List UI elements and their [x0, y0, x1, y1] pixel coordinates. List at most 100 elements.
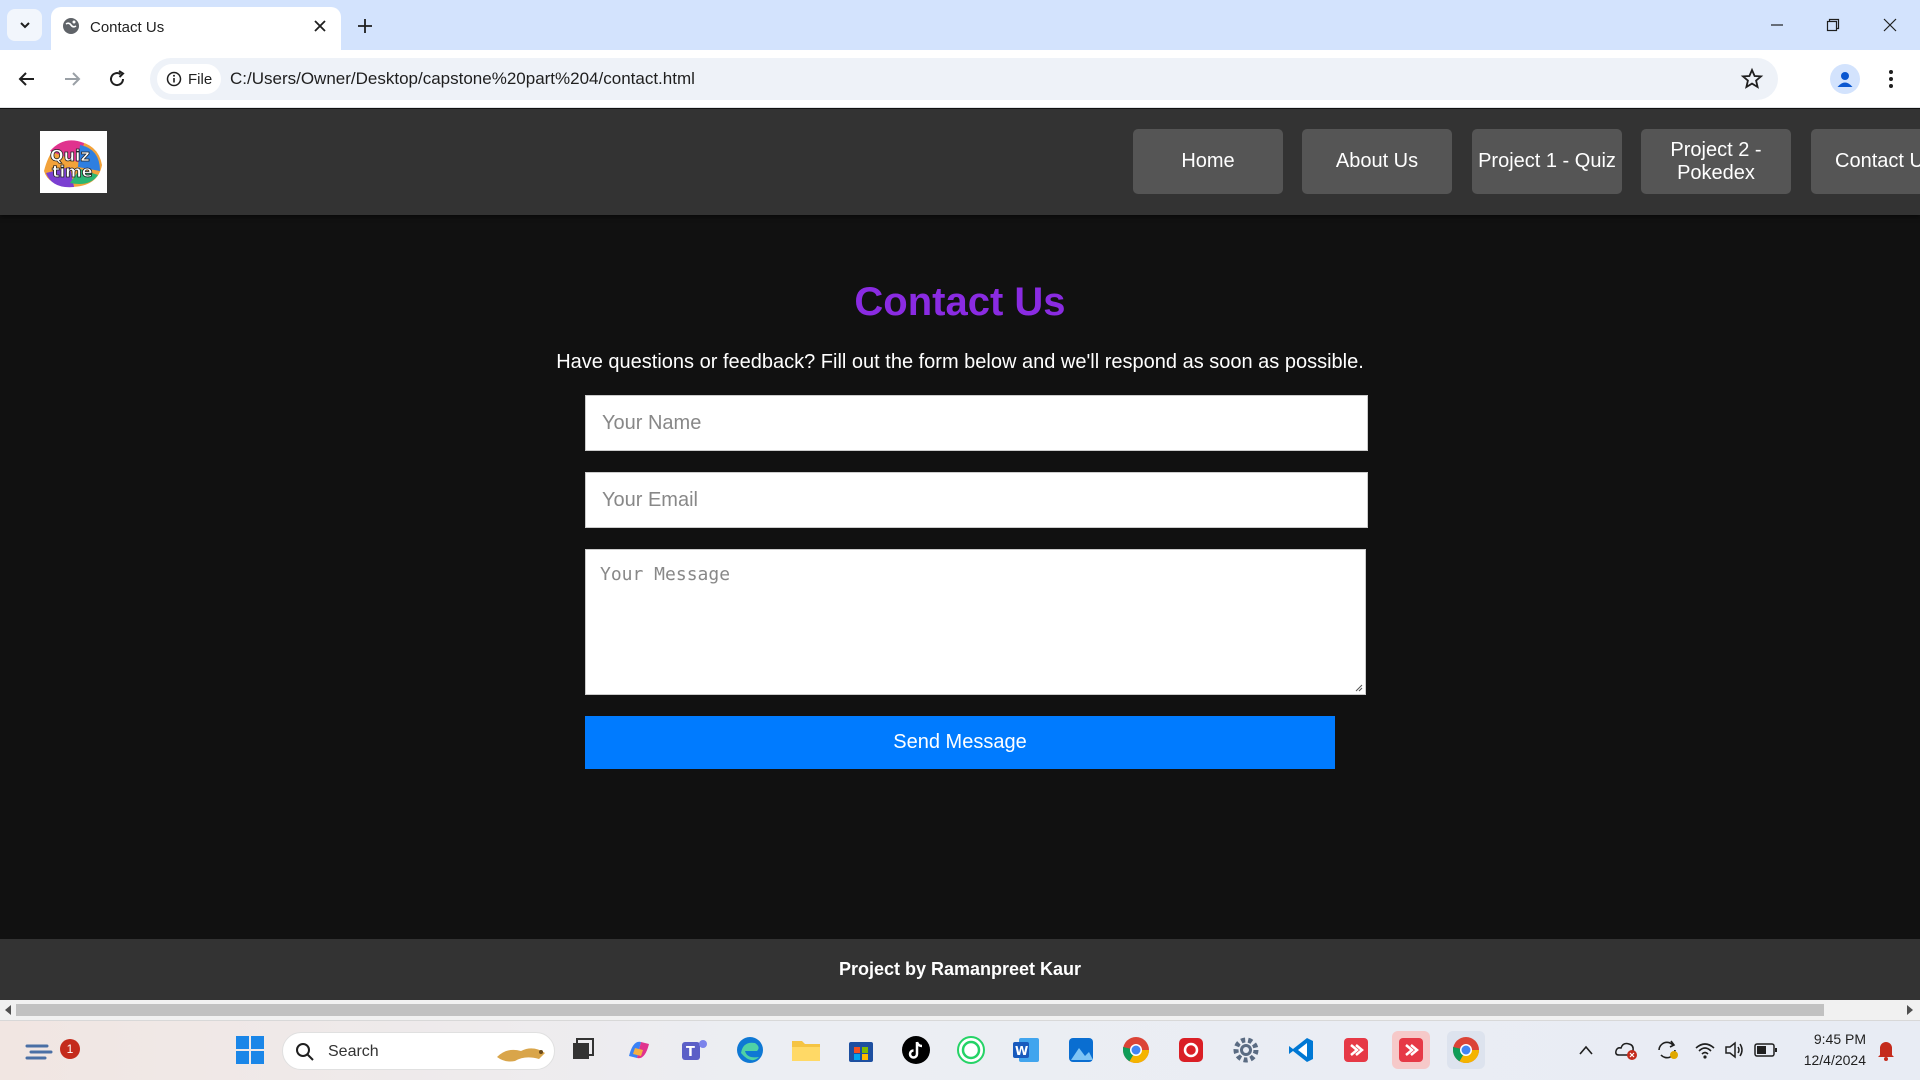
minimize-button[interactable]	[1762, 10, 1792, 40]
page-title: Contact Us	[854, 280, 1066, 324]
site-info-chip[interactable]: File	[157, 64, 221, 94]
send-message-button[interactable]: Send Message	[585, 716, 1335, 769]
quiz-time-logo-icon: Quiz time	[40, 131, 107, 193]
page-viewport: Quiz time Home About Us Project 1 - Quiz…	[0, 109, 1920, 1000]
task-view-icon	[573, 1038, 594, 1059]
creative-cloud-button[interactable]	[1172, 1031, 1210, 1069]
person-icon	[1837, 72, 1853, 87]
chrome-active-button[interactable]	[1447, 1031, 1485, 1069]
nav-contact-us[interactable]: Contact Us	[1811, 129, 1920, 194]
message-placeholder: Your Message	[600, 564, 731, 585]
forward-button[interactable]	[56, 63, 88, 95]
restore-button[interactable]	[1818, 10, 1848, 40]
windows-logo-icon	[236, 1036, 264, 1064]
store-icon	[849, 1042, 873, 1062]
chrome-button[interactable]	[1117, 1031, 1155, 1069]
arrow-left-icon	[18, 72, 34, 86]
file-explorer-button[interactable]	[787, 1031, 825, 1069]
scroll-left-icon[interactable]	[4, 1005, 12, 1015]
browser-menu-button[interactable]	[1876, 64, 1906, 94]
profile-button[interactable]	[1830, 64, 1860, 94]
horizontal-scrollbar[interactable]	[0, 1000, 1920, 1020]
scrollbar-thumb[interactable]	[16, 1004, 1824, 1016]
settings-button[interactable]	[1227, 1031, 1265, 1069]
reload-icon	[110, 70, 125, 87]
browser-toolbar: File C:/Users/Owner/Desktop/capstone%20p…	[0, 50, 1920, 108]
whatsapp-icon	[957, 1036, 985, 1064]
windows-taskbar: 1 Search T W 9:45 PM 12/4/2024	[0, 1020, 1920, 1080]
url-text: C:/Users/Owner/Desktop/capstone%20part%2…	[230, 69, 695, 88]
git-app-button[interactable]	[1337, 1031, 1375, 1069]
taskbar-search[interactable]: Search	[282, 1032, 555, 1070]
search-label: Search	[328, 1043, 379, 1060]
message-textarea[interactable]: Your Message	[585, 549, 1366, 695]
minimize-icon	[1771, 24, 1783, 26]
edge-icon	[737, 1037, 763, 1063]
scroll-right-icon[interactable]	[1906, 1005, 1914, 1015]
teams-button[interactable]: T	[676, 1031, 714, 1069]
cloud-error-icon[interactable]	[1614, 1039, 1638, 1061]
bookmark-star-icon[interactable]	[1740, 67, 1764, 91]
clock-date[interactable]: 12/4/2024	[1790, 1052, 1866, 1068]
site-header: Quiz time Home About Us Project 1 - Quiz…	[0, 109, 1920, 215]
chevron-down-icon	[19, 22, 30, 29]
photos-button[interactable]	[1062, 1031, 1100, 1069]
nav-home[interactable]: Home	[1133, 129, 1283, 194]
back-button[interactable]	[11, 63, 43, 95]
name-placeholder: Your Name	[602, 412, 702, 434]
vscode-button[interactable]	[1282, 1031, 1320, 1069]
wifi-icon[interactable]	[1694, 1040, 1716, 1060]
creative-cloud-icon	[1179, 1038, 1203, 1062]
chrome-active-icon	[1452, 1037, 1480, 1064]
arrow-right-icon	[65, 72, 81, 86]
sync-icon[interactable]	[1655, 1039, 1679, 1061]
email-input[interactable]: Your Email	[585, 472, 1368, 528]
git-icon	[1344, 1038, 1368, 1062]
chrome-icon	[1122, 1037, 1150, 1064]
edge-button[interactable]	[731, 1031, 769, 1069]
resize-grip-icon[interactable]	[1353, 682, 1363, 692]
vscode-icon	[1289, 1038, 1313, 1062]
svg-text:time: time	[52, 162, 93, 181]
copilot-button[interactable]	[620, 1031, 658, 1069]
cheetah-doodle-icon	[497, 1048, 545, 1062]
close-window-button[interactable]	[1875, 10, 1905, 40]
email-placeholder: Your Email	[602, 489, 698, 511]
git-app-active-button[interactable]	[1392, 1031, 1430, 1069]
word-icon: W	[1013, 1038, 1039, 1062]
site-logo[interactable]: Quiz time	[40, 131, 107, 193]
clock-time[interactable]: 9:45 PM	[1790, 1031, 1866, 1047]
show-hidden-icons-icon[interactable]	[1578, 1044, 1594, 1056]
more-vert-icon	[1889, 70, 1893, 88]
gear-icon	[1233, 1037, 1259, 1063]
browser-tab-active[interactable]: Contact Us	[51, 7, 341, 50]
whatsapp-button[interactable]	[952, 1031, 990, 1069]
nav-project-1-quiz[interactable]: Project 1 - Quiz	[1472, 129, 1622, 194]
name-input[interactable]: Your Name	[585, 395, 1368, 451]
info-icon	[166, 71, 182, 87]
volume-icon[interactable]	[1723, 1040, 1745, 1060]
widgets-button[interactable]: 1	[22, 1031, 80, 1069]
tab-title: Contact Us	[90, 19, 165, 36]
tab-search-button[interactable]	[7, 9, 42, 41]
close-icon[interactable]	[311, 17, 329, 35]
teams-icon: T	[682, 1040, 707, 1060]
notification-bell-icon[interactable]	[1876, 1039, 1896, 1061]
browser-tabstrip: Contact Us	[0, 0, 1920, 50]
task-view-button[interactable]	[564, 1031, 602, 1069]
address-bar[interactable]: File C:/Users/Owner/Desktop/capstone%20p…	[150, 58, 1778, 100]
new-tab-icon[interactable]	[352, 13, 378, 39]
start-button[interactable]	[231, 1031, 269, 1069]
nav-project-2-pokedex[interactable]: Project 2 - Pokedex	[1641, 129, 1791, 194]
nav-about-us[interactable]: About Us	[1302, 129, 1452, 194]
globe-icon	[63, 18, 79, 34]
tiktok-button[interactable]	[897, 1031, 935, 1069]
word-button[interactable]: W	[1007, 1031, 1045, 1069]
store-button[interactable]	[842, 1031, 880, 1069]
copilot-icon	[629, 1041, 649, 1059]
battery-icon[interactable]	[1754, 1042, 1778, 1058]
reload-button[interactable]	[101, 63, 133, 95]
close-window-icon	[1883, 18, 1897, 32]
notification-badge: 1	[60, 1039, 80, 1059]
site-footer: Project by Ramanpreet Kaur	[0, 939, 1920, 1000]
